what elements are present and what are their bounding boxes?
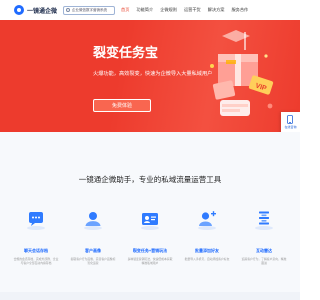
banner-subtitle: 火爆功能，高效裂变，快速为企微导入大量私域用户 xyxy=(93,71,213,77)
nav-item-home[interactable]: 首页 xyxy=(121,7,129,13)
banner-title: 裂变任务宝 xyxy=(93,45,159,60)
search-box[interactable]: 企业微信数字营销系统 xyxy=(63,5,116,15)
nav-item-features[interactable]: 功能简介 xyxy=(136,7,153,13)
feature-title: 批量添加好友 xyxy=(195,248,219,253)
feature-desc: 提取客户行为画像，完善客户画像标签化运营 xyxy=(70,257,116,265)
feature-fission-task[interactable]: 裂变任务+营销玩法 多种裂变营销玩法，快速低成本获取精准私域用户 xyxy=(127,209,173,265)
fission-task-icon xyxy=(141,213,159,230)
nav-item-partners[interactable]: 服务合作 xyxy=(231,7,248,13)
phone-icon xyxy=(287,115,294,124)
feature-desc: 合规的会话存档，完成外部群、企业与客户全部互动内容存档 xyxy=(13,257,59,265)
feature-desc: 追踪客户行为，了解客户意向，精准跟进 xyxy=(241,257,287,265)
feature-title: 互动雷达 xyxy=(256,248,272,253)
add-friend-icon xyxy=(198,211,216,230)
chat-archive-icon xyxy=(27,212,45,230)
feature-customer-profile[interactable]: 客户画像 提取客户行为画像，完善客户画像标签化运营 xyxy=(70,209,116,265)
feature-desc: 多种裂变营销玩法，快速低成本获取精准私域用户 xyxy=(127,257,173,265)
feature-add-friends[interactable]: 批量添加好友 批量导入手机号，自动添加客户好友 xyxy=(184,209,230,261)
nav-item-rules[interactable]: 企微规则 xyxy=(160,7,177,13)
search-icon xyxy=(66,8,71,12)
free-trial-button[interactable]: 免费体验 xyxy=(93,99,151,112)
logo-icon xyxy=(14,5,24,15)
section-headline: 一镜通企微助手，专业的私域流量运营工具 xyxy=(78,175,222,184)
sidebar-item-consult[interactable]: 在线咨询 xyxy=(284,115,297,133)
hero-banner: 裂变任务宝 火爆功能，高效裂变，快速为企微导入大量私域用户 免费体验 VIP xyxy=(0,20,300,132)
feature-desc: 批量导入手机号，自动添加客户好友 xyxy=(184,257,230,261)
feature-chat-archive[interactable]: 聊天会话存档 合规的会话存档，完成外部群、企业与客户全部互动内容存档 xyxy=(13,209,59,265)
customer-profile-icon xyxy=(84,212,102,230)
logo-text: 一镜通企微 xyxy=(27,8,58,15)
sidebar-item-consult-label: 在线咨询 xyxy=(284,125,297,129)
bottom-strip xyxy=(0,292,300,300)
page: 一镜通企微 企业微信数字营销系统 首页 功能简介 企微规则 运营干货 解决方案 … xyxy=(0,0,300,300)
feature-title: 裂变任务+营销玩法 xyxy=(132,248,168,253)
logo[interactable]: 一镜通企微 xyxy=(14,5,57,15)
top-header: 一镜通企微 企业微信数字营销系统 首页 功能简介 企微规则 运营干货 解决方案 … xyxy=(0,0,300,20)
gift-box-illustration: VIP xyxy=(210,30,274,116)
radar-icon xyxy=(255,211,273,230)
search-placeholder: 企业微信数字营销系统 xyxy=(72,7,108,12)
main-nav: 首页 功能简介 企微规则 运营干货 解决方案 服务合作 xyxy=(121,7,255,13)
feature-radar[interactable]: 互动雷达 追踪客户行为，了解客户意向，精准跟进 xyxy=(241,209,287,265)
feature-title: 客户画像 xyxy=(85,248,101,253)
feature-title: 聊天会话存档 xyxy=(24,248,48,253)
feature-list: 聊天会话存档 合规的会话存档，完成外部群、企业与客户全部互动内容存档 客户画像 … xyxy=(0,209,300,300)
nav-item-articles[interactable]: 运营干货 xyxy=(184,7,201,13)
nav-item-solutions[interactable]: 解决方案 xyxy=(208,7,225,13)
